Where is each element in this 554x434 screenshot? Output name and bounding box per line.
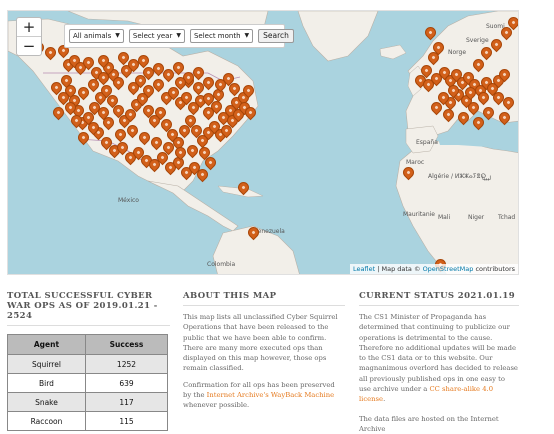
success-cell: 115 <box>84 411 169 431</box>
year-select[interactable]: Select year ▼ <box>128 29 185 43</box>
status-text: The CS1 Minister of Propaganda has deter… <box>359 313 518 394</box>
leaflet-link[interactable]: Leaflet <box>353 265 375 273</box>
chevron-down-icon: ▼ <box>176 32 181 39</box>
zoom-in-button[interactable]: + <box>17 18 41 37</box>
filter-bar: All animals ▼ Select year ▼ Select month… <box>64 24 294 48</box>
agent-cell: Bird <box>7 373 86 393</box>
animal-select[interactable]: All animals ▼ <box>69 29 124 43</box>
agent-column-header: Agent <box>7 334 86 355</box>
about-paragraph: This map lists all unclassified Cyber Sq… <box>183 313 338 373</box>
month-select-value: Select month <box>193 32 241 40</box>
chevron-down-icon: ▼ <box>115 32 120 39</box>
agent-cell: Raccoon <box>7 411 86 431</box>
agent-cell: Squirrel <box>7 354 86 374</box>
about-section: ABOUT THIS MAP This map lists all unclas… <box>183 291 345 411</box>
data-files-paragraph: The data files are hosted on the Interne… <box>359 414 499 433</box>
confirmation-paragraph: Confirmation for all ops has been preser… <box>183 380 345 411</box>
label-algerie: Algérie / ⵍⵣⵣⴰⵢⴻⵔ <box>428 173 486 180</box>
label-tchad: Tchad <box>498 214 516 221</box>
label-espana: España <box>416 139 438 146</box>
label-norway: Norge <box>448 49 467 56</box>
status-text-end: . <box>383 395 386 404</box>
agents-table: Agent Success Squirrel 1252 Bird 639 Sna… <box>7 334 169 431</box>
status-section: CURRENT STATUS 2021.01.19 The CS1 Minist… <box>359 291 519 434</box>
osm-link[interactable]: OpenStreetMap <box>423 265 474 273</box>
zoom-out-button[interactable]: − <box>17 37 41 55</box>
table-row: Snake 117 <box>7 392 169 412</box>
status-heading: CURRENT STATUS 2021.01.19 <box>359 291 519 306</box>
success-cell: 1252 <box>84 354 169 374</box>
attribution-separator: | Map data © <box>375 265 423 273</box>
attribution-tail: contributors <box>473 265 515 273</box>
label-mali: Mali <box>438 214 451 221</box>
label-libya: ليبيا <box>482 175 492 182</box>
label-mauritanie: Mauritanie <box>403 211 435 218</box>
label-niger: Niger <box>468 214 485 221</box>
month-select[interactable]: Select month ▼ <box>189 29 254 43</box>
table-row: Squirrel 1252 <box>7 354 169 374</box>
wayback-machine-link[interactable]: Internet Archive's WayBack Machine <box>207 391 334 399</box>
confirmation-text-end: whenever possible. <box>183 401 250 410</box>
success-column-header: Success <box>84 334 169 355</box>
year-select-value: Select year <box>132 32 173 40</box>
table-row: Raccoon 115 <box>7 411 169 431</box>
label-sverige: Sverige <box>466 37 489 44</box>
chevron-down-icon: ▼ <box>244 32 250 39</box>
table-row: Bird 639 <box>7 373 169 393</box>
table-header-row: Agent Success <box>7 334 169 355</box>
label-maroc: Maroc <box>406 159 425 166</box>
totals-section: TOTAL SUCCESSFUL CYBER WAR OPS AS OF 201… <box>7 291 170 431</box>
label-mexico: México <box>118 197 139 204</box>
success-cell: 117 <box>84 392 169 412</box>
agent-cell: Snake <box>7 392 86 412</box>
animal-select-value: All animals <box>73 32 112 40</box>
success-cell: 639 <box>84 373 169 393</box>
about-heading: ABOUT THIS MAP <box>183 291 345 306</box>
search-button[interactable]: Search <box>258 29 294 43</box>
label-colombia: Colombia <box>207 261 236 268</box>
zoom-control: + − <box>16 17 42 56</box>
map-attribution: Leaflet | Map data © OpenStreetMap contr… <box>350 264 518 274</box>
map[interactable]: México Venezuela Colombia España Maroc A… <box>7 10 519 275</box>
totals-heading: TOTAL SUCCESSFUL CYBER WAR OPS AS OF 201… <box>7 291 170 326</box>
status-paragraph: The CS1 Minister of Propaganda has deter… <box>359 312 519 405</box>
